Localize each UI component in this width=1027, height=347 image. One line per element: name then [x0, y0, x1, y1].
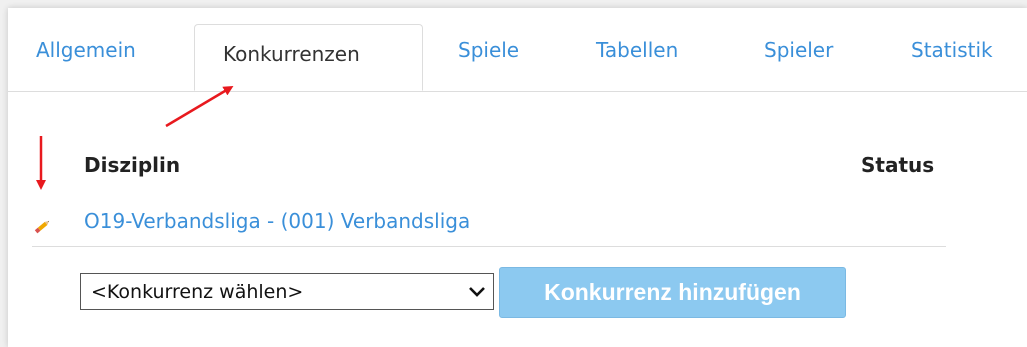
konkurrenz-select[interactable]: <Konkurrenz wählen>	[80, 273, 494, 310]
pencil-icon[interactable]	[33, 216, 53, 236]
column-header-status: Status	[861, 153, 935, 177]
tab-tabellen[interactable]: Tabellen	[596, 38, 678, 62]
column-header-disziplin: Disziplin	[84, 153, 181, 177]
add-konkurrenz-button[interactable]: Konkurrenz hinzufügen	[499, 267, 846, 318]
tab-spiele[interactable]: Spiele	[458, 38, 519, 62]
tab-allgemein[interactable]: Allgemein	[36, 38, 136, 62]
tab-statistik[interactable]: Statistik	[911, 38, 993, 62]
select-value: <Konkurrenz wählen>	[91, 281, 304, 303]
disziplin-link[interactable]: O19-Verbandsliga - (001) Verbandsliga	[84, 209, 470, 233]
competition-panel: Allgemein Konkurrenzen Spiele Tabellen S…	[8, 8, 1027, 347]
tab-konkurrenzen[interactable]: Konkurrenzen	[194, 24, 423, 91]
chevron-down-icon	[469, 287, 485, 297]
row-divider	[32, 246, 946, 247]
arrow-to-tab	[165, 85, 234, 128]
tab-bar: Allgemein Konkurrenzen Spiele Tabellen S…	[8, 8, 1027, 92]
tab-spieler[interactable]: Spieler	[764, 38, 833, 62]
